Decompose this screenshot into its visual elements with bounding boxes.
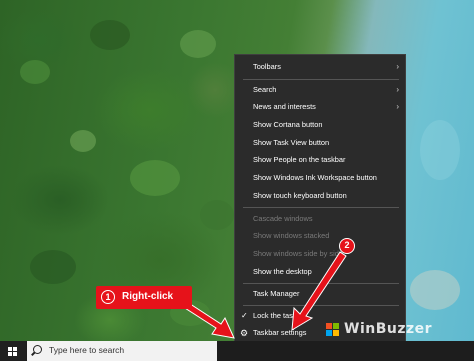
watermark: WinBuzzer xyxy=(326,320,474,341)
arrow-to-taskbar-settings xyxy=(291,251,347,331)
annotation-arrows xyxy=(173,251,347,339)
winbuzzer-logo-icon xyxy=(326,323,339,336)
step-number-badge-2: 2 xyxy=(339,238,355,254)
step-number-badge: 1 xyxy=(101,290,115,304)
watermark-text: WinBuzzer xyxy=(344,321,433,337)
callout-label: Right-click xyxy=(122,291,174,302)
callout-right-click: 1 Right-click xyxy=(96,286,192,309)
